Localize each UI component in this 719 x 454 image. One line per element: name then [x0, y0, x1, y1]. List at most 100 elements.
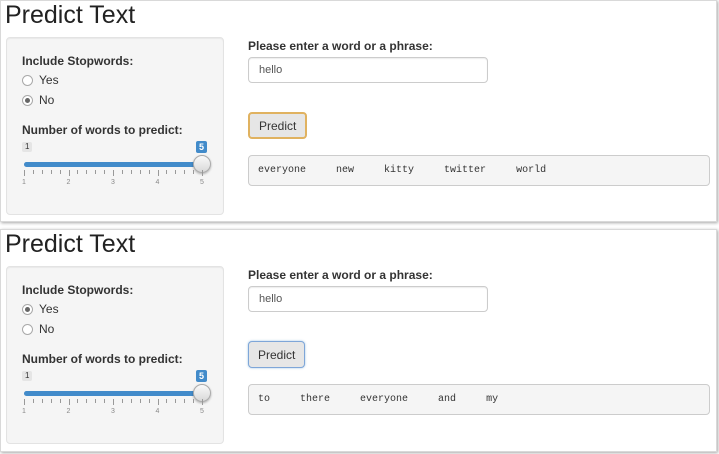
slider-tick [104, 170, 106, 174]
page-title: Predict Text [5, 230, 136, 258]
sidebar-panel: Include Stopwords: Yes No Number of word… [6, 266, 224, 444]
slider-tick [59, 170, 61, 174]
radio-button-icon[interactable] [22, 74, 33, 86]
slider-tick [77, 170, 79, 174]
slider-tick [184, 399, 186, 403]
phrase-input[interactable] [248, 286, 488, 312]
num-words-slider[interactable]: 1 5 1 2 3 4 5 [22, 370, 212, 421]
slider-tick [32, 170, 34, 174]
radio-yes[interactable]: Yes [22, 302, 59, 316]
predict-button[interactable]: Predict [248, 341, 306, 368]
slider-tick [59, 399, 61, 403]
predicted-word: there [300, 394, 331, 405]
slider-tick [148, 399, 150, 403]
slider-track[interactable] [24, 162, 202, 167]
slider-tick-label: 2 [66, 179, 71, 186]
predicted-word: everyone [360, 394, 409, 405]
prediction-output: everyone new kitty twitter world [248, 155, 710, 186]
slider-value-badge: 5 [196, 141, 208, 153]
slider-tick [139, 170, 141, 174]
slider-tick [166, 399, 168, 403]
slider-tick [41, 399, 43, 403]
slider-tick [24, 399, 25, 405]
slider-tick [104, 399, 106, 403]
slider-tick-label: 5 [200, 408, 204, 415]
slider-tick [41, 170, 43, 174]
slider-tick [24, 170, 25, 176]
radio-label: Yes [39, 302, 59, 316]
slider-tick [175, 399, 177, 403]
radio-yes[interactable]: Yes [22, 73, 59, 87]
slider-tick [130, 170, 132, 174]
predicted-word: and [438, 394, 457, 405]
slider-ticks [24, 170, 203, 178]
slider-tick [121, 399, 123, 403]
phrase-input-label: Please enter a word or a phrase: [248, 39, 433, 53]
slider-tick-label: 1 [22, 408, 26, 415]
slider-tick [50, 170, 52, 174]
predicted-word: kitty [384, 165, 415, 176]
slider-tick [86, 170, 88, 174]
slider-fill [24, 162, 202, 167]
slider-tick-label: 1 [22, 179, 26, 186]
radio-label: Yes [39, 73, 59, 87]
slider-tick [95, 170, 97, 174]
slider-tick [202, 399, 203, 405]
radio-button-icon[interactable] [22, 323, 33, 335]
slider-tick [184, 170, 186, 174]
app-panel-bottom: Predict Text Include Stopwords: Yes No N… [0, 229, 717, 452]
page-title: Predict Text [5, 1, 136, 29]
predicted-word: my [486, 394, 499, 405]
radio-button-icon[interactable] [22, 94, 33, 106]
predicted-word: everyone [258, 165, 307, 176]
slider-ticks [24, 399, 203, 407]
stopwords-label: Include Stopwords: [22, 283, 134, 297]
slider-tick-label: 4 [155, 408, 160, 415]
slider-track[interactable] [24, 391, 202, 396]
radio-no[interactable]: No [22, 322, 54, 336]
num-words-label: Number of words to predict: [22, 352, 183, 366]
slider-tick [68, 399, 70, 405]
slider-tick-label: 4 [155, 179, 160, 186]
sidebar-panel: Include Stopwords: Yes No Number of word… [6, 37, 224, 215]
predicted-word: twitter [444, 165, 487, 176]
slider-tick [113, 170, 114, 176]
slider-tick [77, 399, 79, 403]
slider-tick [50, 399, 52, 403]
slider-tick [68, 170, 70, 176]
slider-tick [95, 399, 97, 403]
slider-min-badge: 1 [22, 142, 33, 152]
radio-no[interactable]: No [22, 93, 54, 107]
stopwords-label: Include Stopwords: [22, 54, 134, 68]
app-panel-top: Predict Text Include Stopwords: Yes No N… [0, 0, 717, 222]
radio-button-icon[interactable] [22, 303, 33, 315]
slider-tick-label: 3 [111, 179, 115, 186]
phrase-input-label: Please enter a word or a phrase: [248, 268, 433, 282]
prediction-output: to there everyone and my [248, 384, 710, 415]
slider-tick [148, 170, 150, 174]
phrase-input[interactable] [248, 57, 488, 83]
slider-tick [193, 399, 195, 403]
slider-tick [193, 170, 195, 174]
slider-tick [166, 170, 168, 174]
predicted-word: to [258, 394, 271, 405]
slider-tick-label: 2 [66, 408, 71, 415]
slider-tick [130, 399, 132, 403]
slider-tick [113, 399, 114, 405]
predict-button[interactable]: Predict [248, 112, 308, 139]
slider-tick [86, 399, 88, 403]
slider-tick [202, 170, 203, 176]
slider-tick [175, 170, 177, 174]
predicted-word: world [516, 165, 547, 176]
slider-tick-label: 3 [111, 408, 115, 415]
radio-label: No [39, 322, 55, 336]
slider-tick [157, 170, 159, 176]
slider-tick [157, 399, 159, 405]
num-words-slider[interactable]: 1 5 1 2 3 4 5 [22, 141, 212, 192]
slider-min-badge: 1 [22, 371, 33, 381]
num-words-label: Number of words to predict: [22, 123, 183, 137]
predicted-word: new [336, 165, 355, 176]
slider-fill [24, 391, 202, 396]
slider-tick [32, 399, 34, 403]
radio-label: No [39, 93, 55, 107]
